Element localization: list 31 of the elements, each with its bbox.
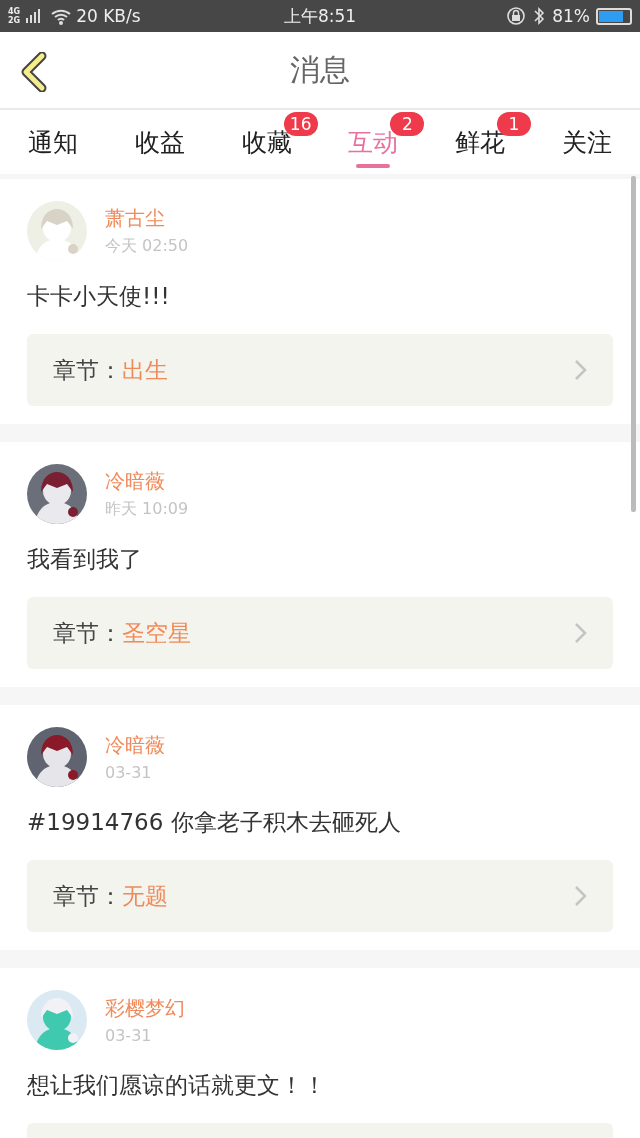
message-text: 我看到我了	[27, 545, 143, 574]
chevron-icon	[574, 885, 587, 907]
wifi-icon	[50, 7, 73, 25]
network-label: 4G	[8, 7, 21, 16]
chevron-icon	[574, 622, 587, 644]
message-text: 卡卡小天使!!!	[27, 282, 171, 311]
battery-icon	[596, 7, 632, 25]
network-label: 2G	[8, 16, 21, 25]
message-text: #19914766 你拿老子积木去砸死人	[27, 808, 402, 837]
tab-indicator	[356, 164, 391, 168]
message-time: 03-31	[105, 763, 153, 782]
tab[interactable]: 通知	[0, 110, 107, 174]
tab[interactable]: 收益	[106, 110, 214, 174]
tab[interactable]: 关注	[533, 110, 640, 174]
battery-level: 81%	[552, 6, 590, 26]
clock: 上午8:51	[283, 5, 357, 26]
count-badge: 2	[390, 112, 425, 136]
message-time: 昨天 10:09	[105, 499, 189, 520]
rotation-lock-icon	[506, 6, 527, 26]
bluetooth-icon	[532, 6, 547, 26]
message-time: 今天 02:50	[105, 236, 189, 257]
chevron-icon	[574, 359, 587, 381]
page-title: 消息	[290, 50, 350, 89]
message-time: 03-31	[105, 1026, 153, 1045]
tab[interactable]: 互动 2	[320, 110, 427, 174]
chapter-link[interactable]: 章节：无题	[27, 860, 613, 932]
network-speed: 20 KB/s	[76, 6, 141, 26]
signal-icon	[26, 9, 41, 23]
message-text: 想让我们愿谅的话就更文！！	[27, 1071, 327, 1100]
chapter-link[interactable]: 章节：出生	[27, 334, 613, 406]
chapter-link[interactable]: 章节：圣空星	[27, 597, 613, 669]
